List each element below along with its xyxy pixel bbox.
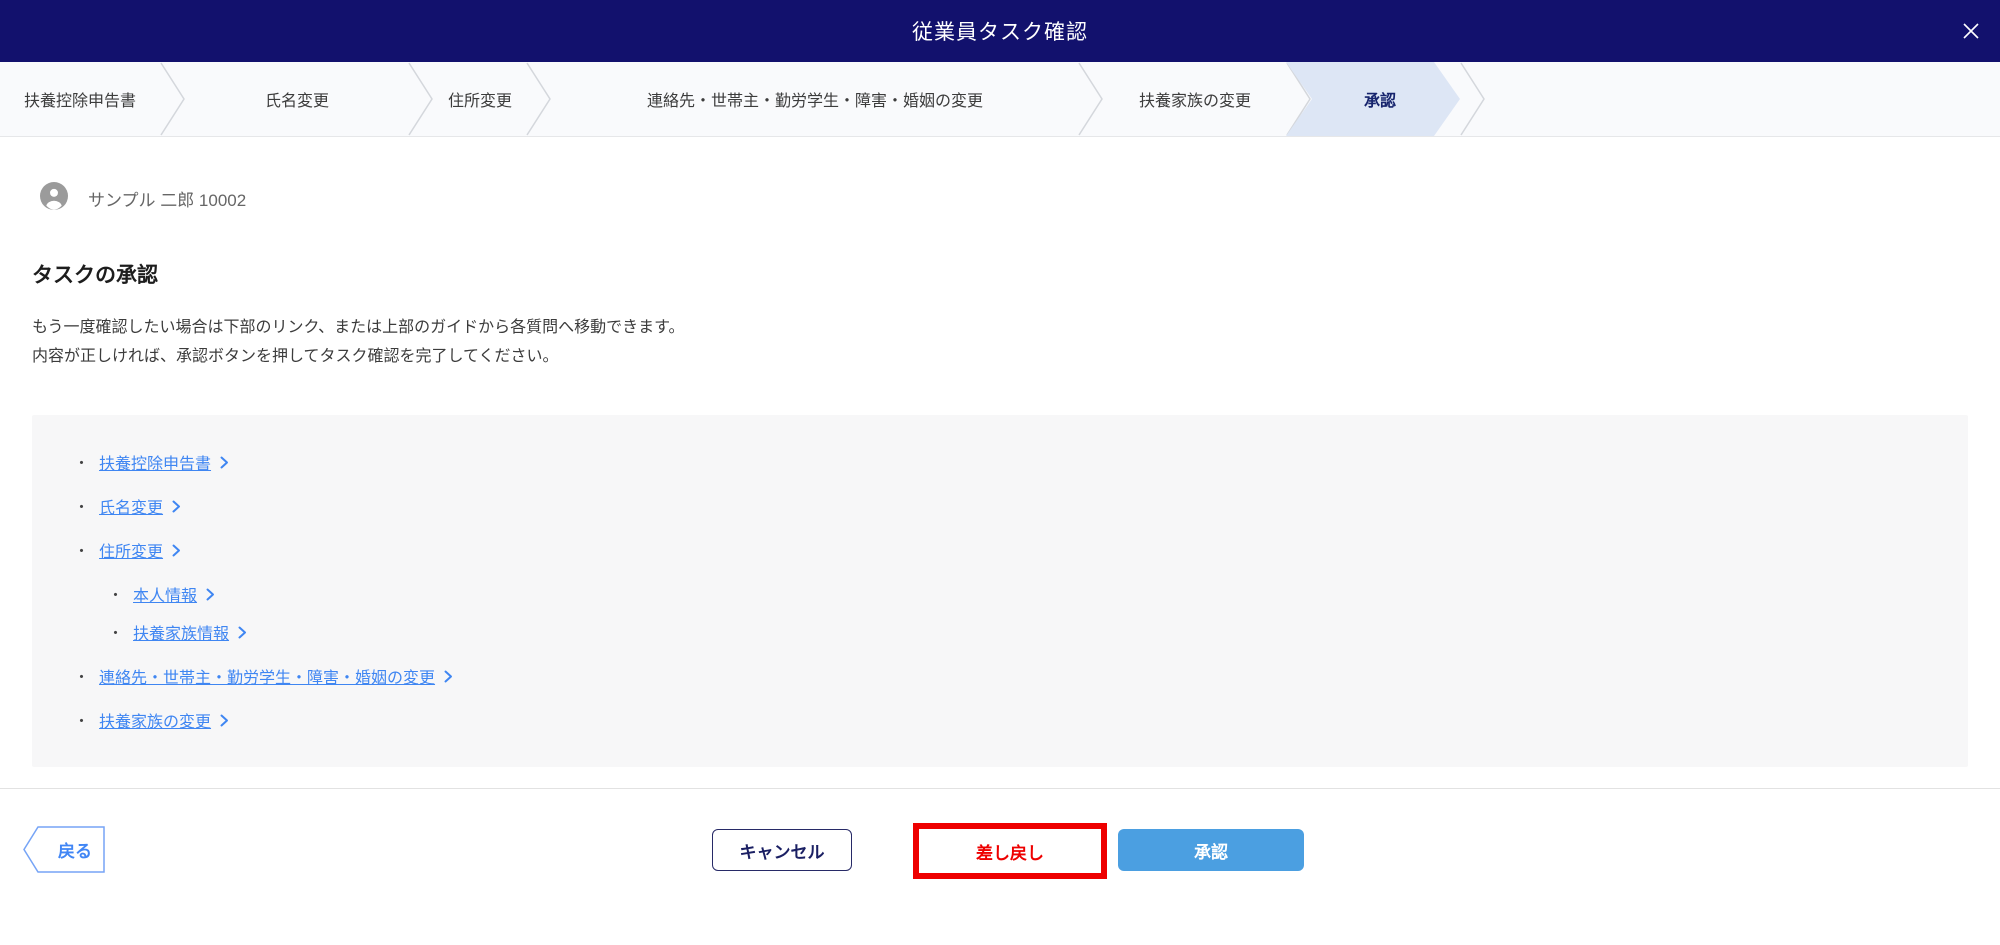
bullet-marker: ・ bbox=[108, 624, 124, 642]
sendback-highlight-annotation: 差し戻し bbox=[913, 823, 1107, 879]
stepper-step[interactable]: 承認 bbox=[1286, 62, 1460, 136]
modal-header: 従業員タスク確認 bbox=[0, 0, 2000, 62]
instructions-line-2: 内容が正しければ、承認ボタンを押してタスク確認を完了してください。 bbox=[32, 348, 559, 365]
task-link[interactable]: 連絡先・世帯主・勤労学生・障害・婚姻の変更 bbox=[99, 664, 435, 688]
task-link-item: ・ 扶養控除申告書 bbox=[74, 447, 1944, 477]
stepper-step-label: 連絡先・世帯主・勤労学生・障害・婚姻の変更 bbox=[646, 93, 983, 110]
stepper-step[interactable]: 扶養家族の変更 bbox=[1104, 62, 1286, 136]
task-links-panel: ・ 扶養控除申告書 ・ 氏名変更 ・ 住所変更 ・ 本人情報 ・ 扶養家族情報 … bbox=[32, 415, 1968, 767]
task-link[interactable]: 扶養家族情報 bbox=[133, 620, 229, 644]
employee-identity-row: サンプル 二郎 10002 bbox=[32, 182, 1968, 215]
stepper-step-label: 扶養家族の変更 bbox=[1138, 93, 1251, 110]
stepper-step[interactable]: 扶養控除申告書 bbox=[0, 62, 160, 136]
bullet-marker: ・ bbox=[74, 498, 90, 516]
bullet-marker: ・ bbox=[74, 712, 90, 730]
close-button[interactable] bbox=[1958, 19, 1984, 45]
chevron-right-icon bbox=[172, 544, 181, 557]
page-title: タスクの承認 bbox=[32, 264, 158, 287]
stepper-chevron-separator-icon bbox=[526, 62, 552, 136]
modal-title: 従業員タスク確認 bbox=[912, 21, 1088, 44]
task-link-item: ・ 住所変更 bbox=[74, 535, 1944, 565]
person-icon bbox=[40, 182, 68, 215]
task-link[interactable]: 扶養家族の変更 bbox=[99, 708, 211, 732]
task-link-item: ・ 連絡先・世帯主・勤労学生・障害・婚姻の変更 bbox=[74, 661, 1944, 691]
chevron-right-icon bbox=[444, 670, 453, 683]
footer-actions: 戻る キャンセル 差し戻し 承認 bbox=[0, 789, 2000, 896]
bullet-marker: ・ bbox=[108, 586, 124, 604]
stepper-step[interactable]: 住所変更 bbox=[434, 62, 526, 136]
employee-task-modal: 従業員タスク確認 扶養控除申告書 氏名変更 住所変更 連絡先・世帯主・勤労学生・… bbox=[0, 0, 2000, 945]
chevron-right-icon bbox=[238, 626, 247, 639]
stepper-chevron-separator-icon bbox=[160, 62, 186, 136]
employee-name: サンプル 二郎 10002 bbox=[88, 191, 247, 210]
approve-button[interactable]: 承認 bbox=[1118, 829, 1304, 871]
stepper-step-label: 氏名変更 bbox=[264, 93, 329, 110]
chevron-right-icon bbox=[220, 714, 229, 727]
stepper-step-label: 扶養控除申告書 bbox=[23, 93, 136, 110]
task-link-item: ・ 扶養家族情報 bbox=[108, 617, 1944, 647]
stepper-step-label: 住所変更 bbox=[447, 93, 512, 110]
bullet-marker: ・ bbox=[74, 668, 90, 686]
sendback-button[interactable]: 差し戻し bbox=[919, 829, 1101, 873]
main-content: サンプル 二郎 10002 タスクの承認 もう一度確認したい場合は下部のリンク、… bbox=[0, 182, 2000, 767]
stepper-step-label: 承認 bbox=[1363, 93, 1396, 110]
stepper-step[interactable]: 連絡先・世帯主・勤労学生・障害・婚姻の変更 bbox=[552, 62, 1078, 136]
task-link[interactable]: 氏名変更 bbox=[99, 494, 163, 518]
task-link[interactable]: 扶養控除申告書 bbox=[99, 450, 211, 474]
bullet-marker: ・ bbox=[74, 454, 90, 472]
task-link[interactable]: 住所変更 bbox=[99, 538, 163, 562]
stepper-step[interactable]: 氏名変更 bbox=[186, 62, 408, 136]
instructions-line-1: もう一度確認したい場合は下部のリンク、または上部のガイドから各質問へ移動できます… bbox=[32, 319, 685, 336]
instructions-text: もう一度確認したい場合は下部のリンク、または上部のガイドから各質問へ移動できます… bbox=[32, 313, 1968, 371]
back-button[interactable]: 戻る bbox=[23, 826, 105, 873]
stepper: 扶養控除申告書 氏名変更 住所変更 連絡先・世帯主・勤労学生・障害・婚姻の変更 … bbox=[0, 62, 2000, 137]
stepper-chevron-separator-icon bbox=[408, 62, 434, 136]
task-links-list: ・ 扶養控除申告書 ・ 氏名変更 ・ 住所変更 ・ 本人情報 ・ 扶養家族情報 … bbox=[74, 447, 1944, 735]
task-link-item: ・ 扶養家族の変更 bbox=[74, 705, 1944, 735]
task-link-item: ・ 氏名変更 bbox=[74, 491, 1944, 521]
stepper-chevron-separator-icon bbox=[1078, 62, 1104, 136]
back-button-label: 戻る bbox=[58, 842, 92, 861]
task-link[interactable]: 本人情報 bbox=[133, 582, 197, 606]
chevron-right-icon bbox=[172, 500, 181, 513]
bullet-marker: ・ bbox=[74, 542, 90, 560]
cancel-button[interactable]: キャンセル bbox=[712, 829, 852, 871]
task-link-item: ・ 本人情報 bbox=[108, 579, 1944, 609]
chevron-right-icon bbox=[206, 588, 215, 601]
close-icon bbox=[1962, 22, 1980, 43]
stepper-chevron-separator-icon bbox=[1460, 62, 1486, 136]
chevron-right-icon bbox=[220, 456, 229, 469]
